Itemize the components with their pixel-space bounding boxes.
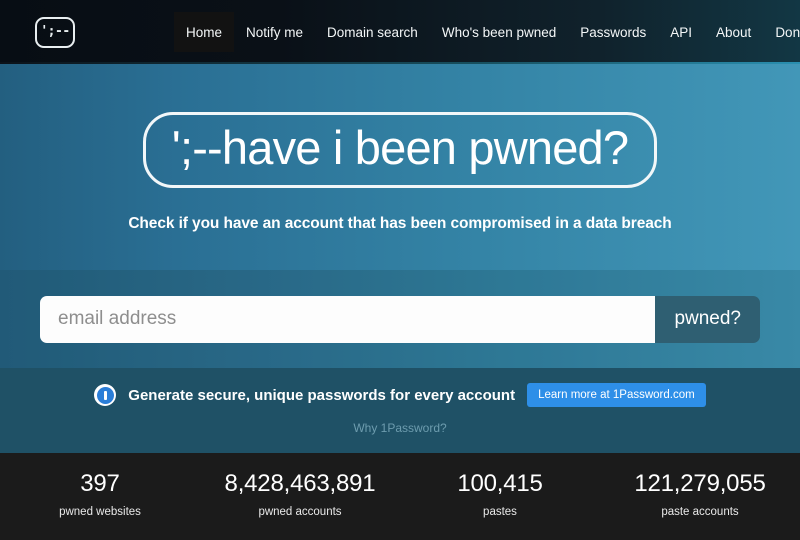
nav-item-whos-been-pwned-label: Who's been pwned xyxy=(441,24,557,40)
nav-item-domain-search-label: Domain search xyxy=(327,24,418,40)
page-title: ';--have i been pwned? xyxy=(171,121,629,174)
search-section: pwned? xyxy=(0,270,800,368)
nav-item-whos-been-pwned[interactable]: Who's been pwned xyxy=(430,12,568,52)
why-1password-link[interactable]: Why 1Password? xyxy=(353,421,446,435)
nav-menu: Home Notify me Domain search Who's been … xyxy=(174,12,800,52)
stat-paste-accounts-value: 121,279,055 xyxy=(634,470,766,497)
promo-section: Generate secure, unique passwords for ev… xyxy=(0,368,800,453)
stat-pwned-accounts-label: pwned accounts xyxy=(258,506,342,519)
stat-pwned-accounts: 8,428,463,891 pwned accounts xyxy=(200,470,400,519)
nav-item-api[interactable]: API xyxy=(658,12,704,52)
stat-pastes: 100,415 pastes xyxy=(400,470,600,519)
stat-paste-accounts: 121,279,055 paste accounts xyxy=(600,470,800,519)
nav-item-notify-me-label: Notify me xyxy=(246,24,304,40)
1password-icon xyxy=(94,384,117,406)
stat-pastes-value: 100,415 xyxy=(457,470,543,497)
nav-item-home[interactable]: Home xyxy=(174,12,235,52)
stat-pwned-websites-label: pwned websites xyxy=(59,506,141,519)
search-input[interactable] xyxy=(40,295,656,343)
site-logo[interactable]: ';-- xyxy=(35,17,75,48)
page-root: ';-- Home Notify me Domain search Who's … xyxy=(0,0,800,540)
nav-item-donate-label: Donate xyxy=(775,24,800,40)
promo-row: Generate secure, unique passwords for ev… xyxy=(94,383,706,407)
stat-pwned-websites-value: 397 xyxy=(80,470,120,497)
top-navigation-bar: ';-- Home Notify me Domain search Who's … xyxy=(0,0,800,64)
nav-item-domain-search[interactable]: Domain search xyxy=(315,12,430,52)
nav-item-about[interactable]: About xyxy=(704,12,763,52)
nav-item-home-label: Home xyxy=(186,24,223,40)
nav-item-api-label: API xyxy=(670,24,693,40)
stat-pwned-accounts-value: 8,428,463,891 xyxy=(224,470,376,497)
nav-item-passwords[interactable]: Passwords xyxy=(568,12,658,52)
nav-item-passwords-label: Passwords xyxy=(580,24,647,40)
search-form: pwned? xyxy=(40,295,760,343)
nav-item-donate[interactable]: Donate ₿ P xyxy=(763,12,800,52)
logo-glyph-text: ';-- xyxy=(40,24,70,39)
stats-bar: 397 pwned websites 8,428,463,891 pwned a… xyxy=(0,453,800,540)
hero-section: ';--have i been pwned? Check if you have… xyxy=(0,64,800,270)
pwned-search-button[interactable]: pwned? xyxy=(655,295,760,343)
page-title-box: ';--have i been pwned? xyxy=(142,112,658,189)
promo-cta-button[interactable]: Learn more at 1Password.com xyxy=(527,383,706,407)
nav-item-about-label: About xyxy=(716,24,752,40)
stat-pastes-label: pastes xyxy=(483,506,517,519)
nav-item-notify-me[interactable]: Notify me xyxy=(234,12,315,52)
1password-icon-bar xyxy=(103,390,107,400)
promo-headline: Generate secure, unique passwords for ev… xyxy=(128,386,516,404)
1password-icon-inner xyxy=(96,386,114,404)
stat-pwned-websites: 397 pwned websites xyxy=(0,470,200,519)
hero-subtitle: Check if you have an account that has be… xyxy=(128,215,672,233)
stat-paste-accounts-label: paste accounts xyxy=(661,506,739,519)
